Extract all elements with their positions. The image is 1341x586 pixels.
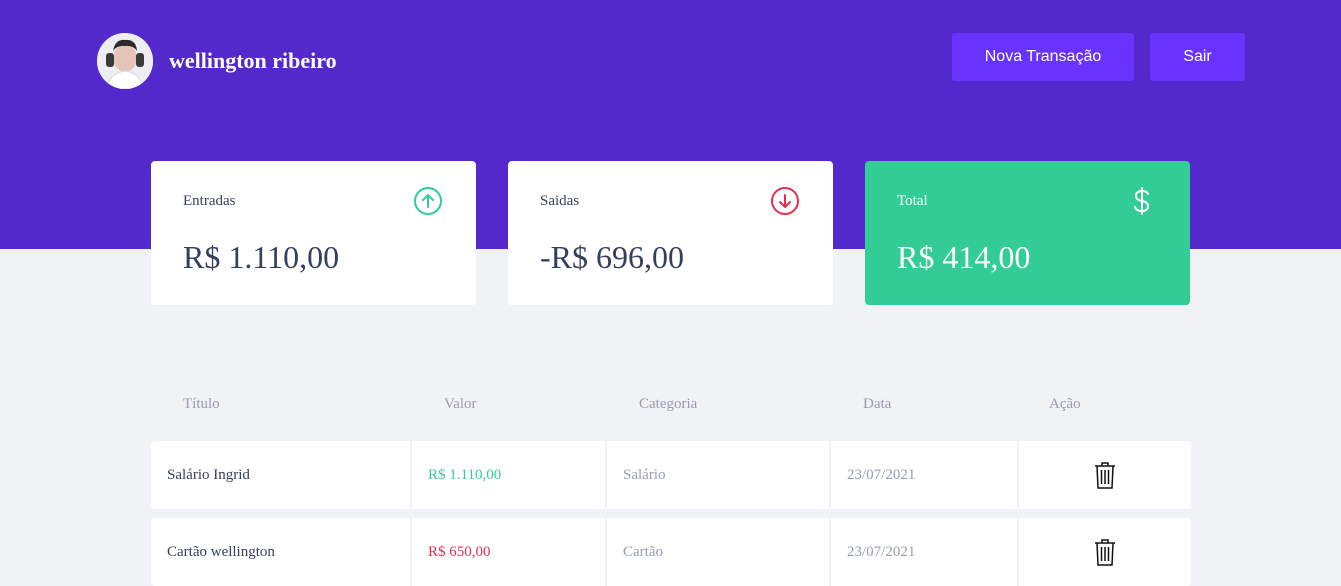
table-row: Salário Ingrid R$ 1.110,00 Salário 23/07…: [151, 441, 1191, 509]
logout-button[interactable]: Sair: [1150, 33, 1245, 81]
transaction-category: Cartão: [607, 518, 829, 586]
income-value: R$ 1.110,00: [183, 239, 340, 275]
transaction-action: [1019, 518, 1191, 586]
transaction-title: Cartão wellington: [151, 518, 410, 586]
column-header-title: Título: [183, 396, 220, 412]
outcome-label: Saidas: [540, 193, 580, 209]
dollar-icon: [1134, 187, 1150, 215]
arrow-down-circle-icon: [771, 187, 799, 215]
new-transaction-button[interactable]: Nova Transação: [952, 33, 1134, 81]
total-label: Total: [897, 193, 928, 209]
user-profile: wellington ribeiro: [97, 33, 337, 89]
trash-icon[interactable]: [1094, 538, 1116, 566]
column-header-category: Categoria: [639, 396, 698, 412]
user-avatar[interactable]: [97, 33, 153, 89]
transaction-amount: R$ 650,00: [412, 518, 605, 586]
income-label: Entradas: [183, 193, 236, 209]
column-header-amount: Valor: [444, 396, 477, 412]
transaction-title: Salário Ingrid: [151, 441, 410, 509]
transaction-amount: R$ 1.110,00: [412, 441, 605, 509]
outcome-card: Saidas -R$ 696,00: [508, 161, 833, 305]
transaction-date: 23/07/2021: [831, 518, 1017, 586]
user-name: wellington ribeiro: [169, 48, 337, 73]
transactions-table-header: Título Valor Categoria Data Ação: [151, 396, 1191, 416]
total-card: Total R$ 414,00: [865, 161, 1190, 305]
avatar-photo: [97, 33, 153, 89]
transaction-category: Salário: [607, 441, 829, 509]
income-card: Entradas R$ 1.110,00: [151, 161, 476, 305]
column-header-date: Data: [863, 396, 892, 412]
arrow-up-circle-icon: [414, 187, 442, 215]
transaction-action: [1019, 441, 1191, 509]
outcome-value: -R$ 696,00: [540, 239, 684, 275]
table-row: Cartão wellington R$ 650,00 Cartão 23/07…: [151, 518, 1191, 586]
transaction-date: 23/07/2021: [831, 441, 1017, 509]
column-header-action: Ação: [1049, 396, 1081, 412]
trash-icon[interactable]: [1094, 461, 1116, 489]
total-value: R$ 414,00: [897, 239, 1031, 275]
